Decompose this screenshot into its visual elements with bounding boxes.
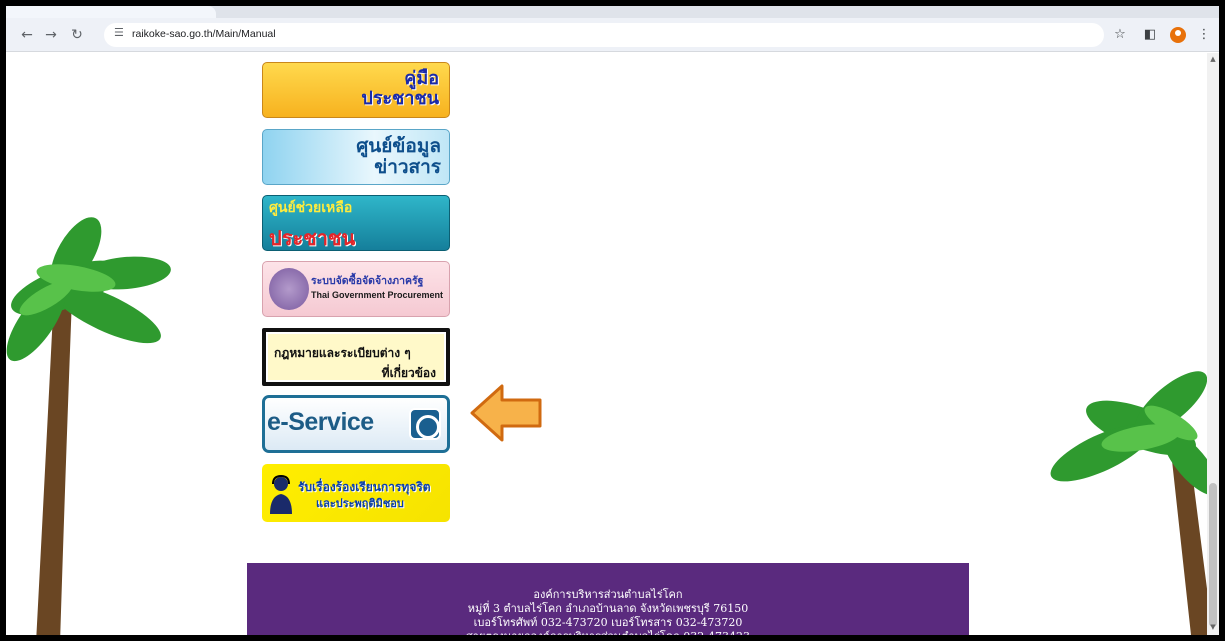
browser-toolbar: ← → ↻ ☰ raikoke-sao.go.th/Main/Manual ☆ …	[6, 18, 1219, 52]
forward-arrow-icon[interactable]: →	[40, 24, 62, 46]
bookmark-star-icon[interactable]: ☆	[1109, 24, 1131, 46]
info-center-banner[interactable]: ศูนย์ข้อมูล ข่าวสาร	[262, 129, 450, 185]
gov-procurement-banner[interactable]: ระบบจัดซื้อจัดจ้างภาครัฐ Thai Government…	[262, 261, 450, 317]
banner-2-line2: ข่าวสาร	[374, 156, 441, 178]
side-panel-icon[interactable]: ◧	[1139, 24, 1161, 46]
kebab-menu-icon[interactable]: ⋮	[1193, 24, 1215, 46]
active-tab[interactable]	[6, 6, 216, 18]
laws-regulations-banner[interactable]: กฎหมายและระเบียบต่าง ๆ ที่เกี่ยวข้อง	[262, 328, 450, 386]
footer-direct-line: สายตรงนายกองค์การบริหารส่วนตำบลไร่โคก 03…	[247, 627, 969, 635]
address-bar[interactable]: ☰ raikoke-sao.go.th/Main/Manual	[104, 23, 1104, 47]
e-service-banner[interactable]: e-Service	[262, 395, 450, 453]
banner-7-line2: และประพฤติมิชอบ	[316, 497, 404, 510]
reload-icon[interactable]: ↻	[66, 24, 88, 46]
pointing-arrow-annotation-icon	[470, 384, 542, 442]
scroll-down-icon[interactable]: ▼	[1208, 623, 1218, 633]
profile-avatar-icon[interactable]	[1170, 27, 1186, 43]
banner-1-line2: ประชาชน	[361, 88, 439, 109]
headset-person-icon	[270, 474, 292, 514]
banner-4-line1: ระบบจัดซื้อจัดจ้างภาครัฐ	[311, 275, 424, 287]
tab-strip	[6, 6, 1219, 18]
site-info-icon[interactable]: ☰	[114, 26, 124, 39]
corruption-complaint-banner[interactable]: รับเรื่องร้องเรียนการทุจริต และประพฤติมิ…	[262, 464, 450, 522]
banner-6-label: e-Service	[267, 408, 374, 436]
banner-4-line2: Thai Government Procurement	[311, 290, 444, 300]
laws-banner-inner: กฎหมายและระเบียบต่าง ๆ ที่เกี่ยวข้อง	[268, 334, 444, 380]
scroll-up-icon[interactable]: ▲	[1208, 55, 1218, 65]
citizen-manual-banner[interactable]: คู่มือ ประชาชน	[262, 62, 450, 118]
site-footer: องค์การบริหารส่วนตำบลไร่โคก หมู่ที่ 3 ตำ…	[247, 563, 969, 635]
banner-3-line2: ประชาชน	[269, 226, 356, 250]
right-palm-tree-decoration	[1050, 371, 1219, 635]
banner-5-line1: กฎหมายและระเบียบต่าง ๆ	[274, 346, 411, 360]
banner-1-line1: คู่มือ	[404, 68, 439, 89]
e-service-logo-icon	[409, 408, 441, 440]
banner-2-line1: ศูนย์ข้อมูล	[356, 135, 441, 157]
banner-5-line2: ที่เกี่ยวข้อง	[381, 366, 436, 380]
screenshot-frame: ← → ↻ ☰ raikoke-sao.go.th/Main/Manual ☆ …	[6, 6, 1219, 635]
banner-3-line1: ศูนย์ช่วยเหลือ	[269, 200, 353, 216]
scrollbar-thumb[interactable]	[1209, 483, 1217, 627]
left-palm-tree-decoration	[6, 217, 171, 635]
web-page: คู่มือ ประชาชน ศูนย์ข้อมูล ข่าวสาร ศูนย์…	[6, 53, 1219, 635]
url-text[interactable]: raikoke-sao.go.th/Main/Manual	[132, 28, 276, 40]
page-scrollbar[interactable]: ▲ ▼	[1207, 53, 1219, 635]
government-seal-icon	[269, 268, 309, 310]
citizen-help-center-banner[interactable]: ศูนย์ช่วยเหลือ ประชาชน	[262, 195, 450, 251]
back-arrow-icon[interactable]: ←	[16, 24, 38, 46]
